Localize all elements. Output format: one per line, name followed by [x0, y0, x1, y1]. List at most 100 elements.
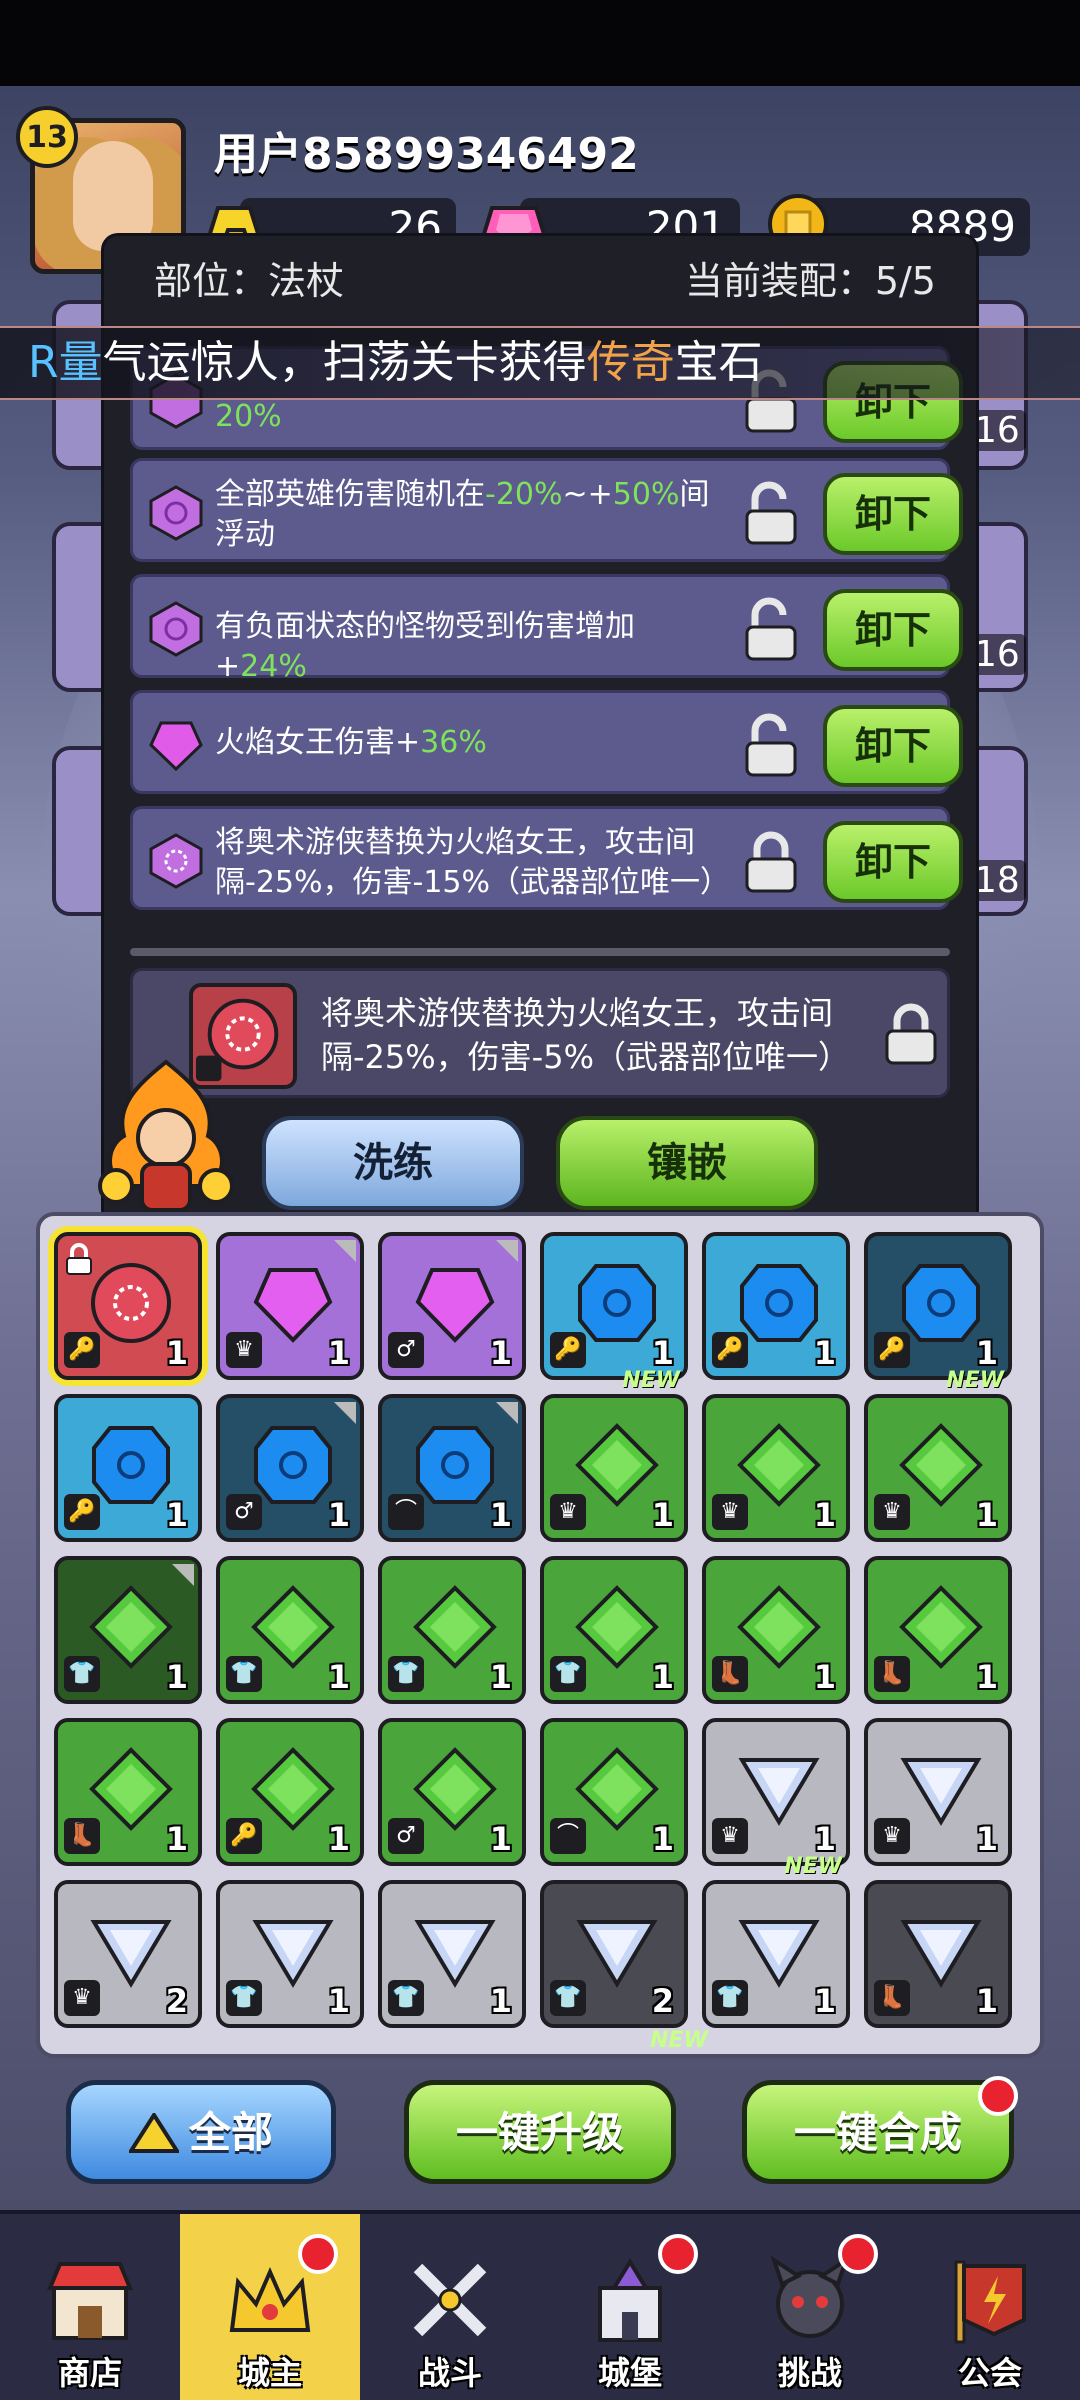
tab-crown[interactable]: 城主: [180, 2214, 360, 2400]
unload-button[interactable]: 卸下: [823, 473, 963, 555]
purple-gem-icon: [149, 485, 203, 541]
necklace-slot-icon: ⌒: [388, 1494, 424, 1530]
gem-cell[interactable]: 🔑 1: [540, 1232, 688, 1380]
green-gem-icon: [251, 1585, 335, 1669]
gem-cell[interactable]: 🔑 1: [54, 1232, 202, 1380]
magenta-gem-icon: [149, 721, 203, 772]
lock-icon: [66, 1243, 92, 1275]
unlocked-icon[interactable]: [741, 597, 801, 663]
gem-quantity: 1: [813, 1658, 836, 1696]
white-gem-icon: [90, 1920, 172, 1988]
blue-gem-icon: [740, 1264, 818, 1342]
locked-icon[interactable]: [741, 829, 801, 895]
fire-queen-mascot-icon: [98, 1059, 234, 1212]
purple-gem-icon: [149, 601, 203, 657]
corner-marker: [334, 1240, 356, 1262]
gem-cell[interactable]: 👕 1: [54, 1556, 202, 1704]
gem-quantity: 1: [327, 1982, 350, 2020]
boots-slot-icon: 👢: [64, 1818, 100, 1854]
gem-cell[interactable]: ♛ 1: [702, 1394, 850, 1542]
staff-slot-icon: 🔑: [874, 1332, 910, 1368]
blue-gem-icon: [902, 1264, 980, 1342]
refine-button[interactable]: 洗练: [262, 1116, 524, 1210]
unlocked-icon[interactable]: [741, 481, 801, 547]
gem-cell[interactable]: 👕 1: [540, 1556, 688, 1704]
gem-cell[interactable]: 👢 1: [864, 1880, 1012, 2028]
gem-cell[interactable]: 🔑 1: [702, 1232, 850, 1380]
gem-cell[interactable]: ⌒ 1: [378, 1394, 526, 1542]
tab-shop[interactable]: 商店: [0, 2214, 180, 2400]
gem-cell[interactable]: 👕 1: [216, 1880, 364, 2028]
gem-cell[interactable]: 👕 1 NEW: [702, 1854, 850, 2028]
gem-quantity: 2: [651, 1982, 674, 2020]
locked-icon[interactable]: [881, 1001, 941, 1067]
tab-castle[interactable]: 城堡: [540, 2214, 720, 2400]
gem-cell[interactable]: ♛ 1 NEW: [864, 1368, 1012, 1542]
armor-slot-icon: 👕: [550, 1656, 586, 1692]
gem-quantity: 1: [651, 1334, 674, 1372]
unload-button[interactable]: 卸下: [823, 705, 963, 787]
gem-cell[interactable]: ♛ 1: [702, 1718, 850, 1866]
gem-cell[interactable]: ⌒ 1: [540, 1718, 688, 1866]
gem-cell[interactable]: ♂ 1: [378, 1718, 526, 1866]
white-gem-icon: [414, 1920, 496, 1988]
tab-guild-flag[interactable]: 公会: [900, 2214, 1080, 2400]
gem-cell[interactable]: 👢 1: [864, 1556, 1012, 1704]
green-gem-icon: [89, 1585, 173, 1669]
gem-cell[interactable]: 🔑 1: [54, 1394, 202, 1542]
gem-cell[interactable]: ♂ 1: [378, 1232, 526, 1380]
gem-quantity: 1: [489, 1820, 512, 1858]
gem-cell[interactable]: ♂ 1: [216, 1394, 364, 1542]
unload-button[interactable]: 卸下: [823, 821, 963, 903]
guild-flag-icon: [954, 2260, 1026, 2344]
one-click-upgrade-button[interactable]: 一键升级: [404, 2080, 676, 2184]
gem-quantity: 1: [489, 1982, 512, 2020]
tab-label: 挑战: [777, 2354, 842, 2392]
white-gem-icon: [900, 1758, 982, 1826]
green-gem-icon: [737, 1585, 821, 1669]
tab-label: 商店: [57, 2354, 122, 2392]
tab-demon[interactable]: 挑战: [720, 2214, 900, 2400]
gem-description: 全部英雄伤害随机在-20%~+50%间浮动: [215, 477, 710, 552]
gem-cell[interactable]: 🔑 1: [216, 1718, 364, 1866]
status-bar: [0, 0, 1080, 86]
unload-button[interactable]: 卸下: [823, 589, 963, 671]
white-gem-icon: [738, 1758, 820, 1826]
gem-cell[interactable]: ♛ 1 NEW: [540, 1368, 688, 1542]
gem-cell[interactable]: 👕 1: [216, 1556, 364, 1704]
selected-gem-preview: 将奥术游侠替换为火焰女王，攻击间隔-25%，伤害-5%（武器部位唯一）: [130, 968, 950, 1098]
gem-quantity: 1: [327, 1658, 350, 1696]
unlocked-icon[interactable]: [741, 713, 801, 779]
boots-slot-icon: 👢: [712, 1656, 748, 1692]
tab-label: 城主: [237, 2354, 302, 2392]
crown-slot-icon: ♛: [550, 1494, 586, 1530]
equipped-gem-row: 将奥术游侠替换为火焰女王，攻击间隔-25%，伤害-15%（武器部位唯一） 卸下: [130, 806, 963, 910]
gem-cell[interactable]: 👕 2: [540, 1880, 688, 2028]
castle-icon: [598, 2258, 662, 2342]
gem-cell[interactable]: 👕 1: [378, 1880, 526, 2028]
gem-cell[interactable]: ♛ 2: [54, 1880, 202, 2028]
filter-all-button[interactable]: 全部: [66, 2080, 336, 2184]
gem-cell[interactable]: 🔑 1: [864, 1232, 1012, 1380]
one-click-merge-button[interactable]: 一键合成: [742, 2080, 1014, 2184]
gem-cell[interactable]: 👢 1: [702, 1556, 850, 1704]
staff-slot-icon: 🔑: [64, 1494, 100, 1530]
blue-gem-icon: [92, 1426, 170, 1504]
gem-quantity: 1: [813, 1982, 836, 2020]
notification-dot: [658, 2234, 698, 2274]
green-gem-icon: [251, 1747, 335, 1831]
tab-swords[interactable]: 战斗: [360, 2214, 540, 2400]
red-gem-icon: [91, 1263, 171, 1343]
purple-gem-icon: [149, 833, 203, 889]
tab-label: 公会: [957, 2354, 1022, 2392]
gem-cell[interactable]: ♛ 1: [216, 1232, 364, 1380]
gem-cell[interactable]: ♛ 1: [864, 1718, 1012, 1866]
gem-cell[interactable]: 👕 1: [378, 1556, 526, 1704]
gem-quantity: 1: [975, 1820, 998, 1858]
white-gem-icon: [252, 1920, 334, 1988]
gem-quantity: 1: [489, 1658, 512, 1696]
gem-cell[interactable]: 👢 1: [54, 1718, 202, 1866]
new-tag: NEW: [784, 1854, 842, 1879]
gem-value: 20%: [215, 399, 282, 434]
inlay-button[interactable]: 镶嵌: [556, 1116, 818, 1210]
